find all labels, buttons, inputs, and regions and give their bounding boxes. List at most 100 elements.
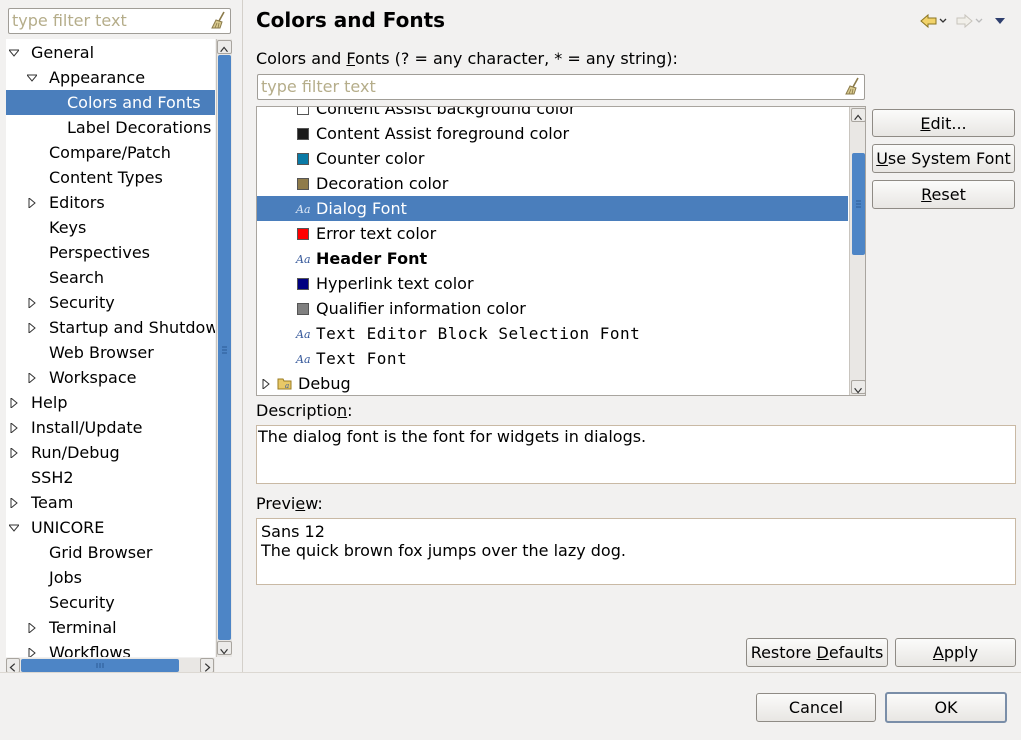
tree-item[interactable]: Web Browser xyxy=(6,340,215,365)
tree-item[interactable]: Security xyxy=(6,590,215,615)
scroll-right-button[interactable] xyxy=(200,658,214,673)
color-swatch-icon xyxy=(297,303,309,315)
use-system-font-button[interactable]: Use System Font xyxy=(872,144,1015,173)
tree-filter-input[interactable]: type filter text xyxy=(8,8,231,34)
scroll-up-button[interactable] xyxy=(217,40,232,54)
colors-filter-input[interactable]: type filter text xyxy=(257,74,865,100)
tree-item[interactable]: Appearance xyxy=(6,65,215,90)
tree-item[interactable]: Startup and Shutdown xyxy=(6,315,215,340)
scroll-up-button[interactable] xyxy=(851,108,865,122)
collapsed-twisty-icon[interactable] xyxy=(9,498,19,508)
tree-item[interactable]: Label Decorations xyxy=(6,115,215,140)
collapsed-twisty-icon[interactable] xyxy=(9,423,19,433)
expanded-twisty-icon[interactable] xyxy=(9,48,19,58)
row-label: Dialog Font xyxy=(316,199,407,218)
tree-item[interactable]: Colors and Fonts xyxy=(6,90,215,115)
color-font-row[interactable]: Content Assist background color xyxy=(257,107,848,121)
button-text: Restore xyxy=(750,643,817,662)
tree-item-label: Terminal xyxy=(49,618,117,637)
description-value: The dialog font is the font for widgets … xyxy=(258,427,647,446)
color-font-row[interactable]: Aa Dialog Font xyxy=(257,196,848,221)
color-font-row[interactable]: Aa Text Font xyxy=(257,346,848,371)
tree-item[interactable]: SSH2 xyxy=(6,465,215,490)
tree-item[interactable]: UNICORE xyxy=(6,515,215,540)
tree-item[interactable]: Workflows xyxy=(6,640,215,657)
tree-item-label: Colors and Fonts xyxy=(67,93,201,112)
ok-button[interactable]: OK xyxy=(885,692,1007,723)
tree-item[interactable]: Team xyxy=(6,490,215,515)
tree-scroll-thumb[interactable] xyxy=(218,55,231,640)
color-font-row[interactable]: Content Assist foreground color xyxy=(257,121,848,146)
tree-item[interactable]: Terminal xyxy=(6,615,215,640)
tree-item[interactable]: Workspace xyxy=(6,365,215,390)
label-mnemonic: n xyxy=(336,401,348,420)
tree-item[interactable]: Content Types xyxy=(6,165,215,190)
tree-item[interactable]: Install/Update xyxy=(6,415,215,440)
clear-filter-icon[interactable] xyxy=(844,77,862,95)
tree-item[interactable]: Search xyxy=(6,265,215,290)
row-label: Qualifier information color xyxy=(316,299,526,318)
tree-item[interactable]: Grid Browser xyxy=(6,540,215,565)
color-font-row[interactable]: Hyperlink text color xyxy=(257,271,848,296)
tree-item-label: Editors xyxy=(49,193,105,212)
list-scroll-thumb[interactable] xyxy=(852,153,865,255)
colors-fonts-label: Colors and Fonts (? = any character, * =… xyxy=(256,49,678,68)
tree-item[interactable]: Run/Debug xyxy=(6,440,215,465)
tree-item[interactable]: Keys xyxy=(6,215,215,240)
color-font-row[interactable]: Error text color xyxy=(257,221,848,246)
page-title: Colors and Fonts xyxy=(256,8,446,32)
category-row[interactable]: a Debug xyxy=(257,371,848,395)
scroll-left-button[interactable] xyxy=(6,658,20,673)
collapsed-twisty-icon[interactable] xyxy=(261,379,271,389)
font-icon: Aa xyxy=(296,253,311,266)
button-text: efaults xyxy=(828,643,884,662)
cancel-button[interactable]: Cancel xyxy=(756,693,876,722)
view-menu-icon[interactable] xyxy=(994,17,1006,25)
row-label: Hyperlink text color xyxy=(316,274,474,293)
color-font-row[interactable]: Aa Text Editor Block Selection Font xyxy=(257,321,848,346)
edit-button[interactable]: Edit... xyxy=(872,109,1015,137)
tree-horizontal-scrollbar[interactable] xyxy=(6,658,215,673)
font-icon: Aa xyxy=(296,328,311,341)
tree-item-label: Run/Debug xyxy=(31,443,120,462)
collapsed-twisty-icon[interactable] xyxy=(9,398,19,408)
collapsed-twisty-icon[interactable] xyxy=(27,623,37,633)
button-text: pply xyxy=(943,643,979,662)
chevron-up-icon xyxy=(854,114,862,121)
tree-item[interactable]: Security xyxy=(6,290,215,315)
tree-item-label: Startup and Shutdown xyxy=(49,318,215,337)
tree-filter-placeholder: type filter text xyxy=(12,11,127,30)
tree-vertical-scrollbar[interactable] xyxy=(216,39,232,657)
tree-item[interactable]: Jobs xyxy=(6,565,215,590)
collapsed-twisty-icon[interactable] xyxy=(27,298,37,308)
back-arrow-icon[interactable] xyxy=(919,12,947,30)
clear-filter-icon[interactable] xyxy=(210,11,228,29)
restore-defaults-button[interactable]: Restore Defaults xyxy=(746,638,888,667)
collapsed-twisty-icon[interactable] xyxy=(27,198,37,208)
tree-hscroll-thumb[interactable] xyxy=(21,659,179,672)
button-mnemonic: A xyxy=(932,643,944,662)
scroll-down-button[interactable] xyxy=(851,380,865,394)
collapsed-twisty-icon[interactable] xyxy=(9,448,19,458)
tree-item[interactable]: Help xyxy=(6,390,215,415)
apply-button[interactable]: Apply xyxy=(895,638,1016,667)
expanded-twisty-icon[interactable] xyxy=(9,523,19,533)
tree-item[interactable]: General xyxy=(6,40,215,65)
collapsed-twisty-icon[interactable] xyxy=(27,373,37,383)
reset-button[interactable]: Reset xyxy=(872,180,1015,209)
panel-sash[interactable] xyxy=(242,0,243,672)
color-font-row[interactable]: Decoration color xyxy=(257,171,848,196)
list-vertical-scrollbar[interactable] xyxy=(849,107,865,395)
forward-arrow-icon[interactable] xyxy=(955,12,983,30)
tree-item[interactable]: Editors xyxy=(6,190,215,215)
expanded-twisty-icon[interactable] xyxy=(27,73,37,83)
color-font-row[interactable]: Aa Header Font xyxy=(257,246,848,271)
tree-item[interactable]: Perspectives xyxy=(6,240,215,265)
scroll-down-button[interactable] xyxy=(217,641,232,655)
tree-item[interactable]: Compare/Patch xyxy=(6,140,215,165)
collapsed-twisty-icon[interactable] xyxy=(27,648,37,657)
color-swatch-icon xyxy=(297,278,309,290)
color-font-row[interactable]: Qualifier information color xyxy=(257,296,848,321)
color-font-row[interactable]: Counter color xyxy=(257,146,848,171)
collapsed-twisty-icon[interactable] xyxy=(27,323,37,333)
